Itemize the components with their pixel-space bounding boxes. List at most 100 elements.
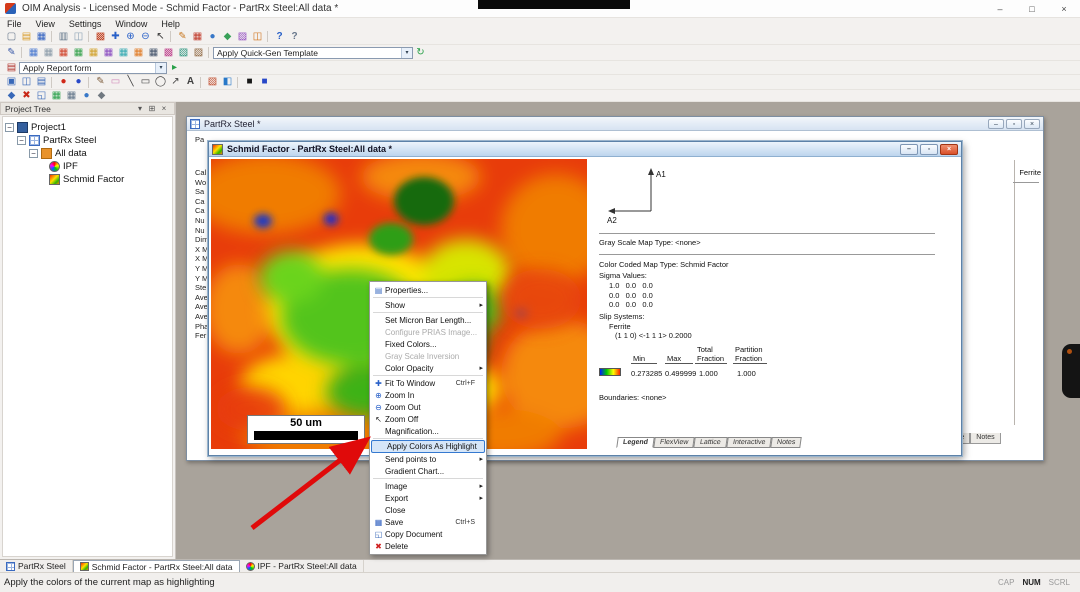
close-button[interactable]: × [1048, 0, 1080, 17]
menu-item-image[interactable]: Image ▸ [370, 480, 486, 492]
map-template-teal-icon[interactable]: ▧ [176, 46, 191, 60]
minimize-button[interactable]: – [900, 144, 918, 155]
map-template-orange-icon[interactable]: ▦ [131, 46, 146, 60]
pin-icon[interactable]: ⊞ [146, 104, 158, 113]
apply-template-run-icon[interactable]: ↻ [413, 46, 428, 60]
chevron-down-icon[interactable]: ▾ [134, 104, 146, 113]
map-template-dark-icon[interactable]: ▦ [146, 46, 161, 60]
partrx-window-titlebar[interactable]: PartRx Steel * – ▫ × [187, 117, 1043, 131]
tree-node-partrx-steel[interactable]: − PartRx Steel [3, 134, 172, 147]
menu-item-set-micron-bar-length[interactable]: Set Micron Bar Length... [370, 314, 486, 326]
map-template-gray-icon[interactable]: ▦ [41, 46, 56, 60]
partition-tools-icon[interactable]: ◆ [4, 89, 19, 103]
map-template-purple-icon[interactable]: ▦ [101, 46, 116, 60]
menu-item-close[interactable]: Close [370, 504, 486, 516]
new-partition-icon[interactable]: ▦ [49, 89, 64, 103]
menubar-item[interactable]: Window [108, 19, 154, 29]
map-template-yellow-icon[interactable]: ▦ [86, 46, 101, 60]
minimize-button[interactable]: – [984, 0, 1016, 17]
delete-dataset-icon[interactable]: ✖ [19, 89, 34, 103]
menu-item-delete[interactable]: ✖ Delete [370, 540, 486, 552]
menu-item-color-opacity[interactable]: Color Opacity ▸ [370, 362, 486, 374]
tile-horizontal-icon[interactable]: ◫ [19, 75, 34, 89]
ellipse-tool-icon[interactable]: ◯ [153, 75, 168, 89]
menu-item-zoom-off[interactable]: ↖ Zoom Off [370, 413, 486, 425]
tile-vertical-icon[interactable]: ▤ [34, 75, 49, 89]
odf-chart-icon[interactable]: ◆ [220, 30, 235, 44]
cascade-windows-icon[interactable]: ▣ [4, 75, 19, 89]
collapse-icon[interactable]: − [17, 136, 26, 145]
close-button[interactable]: × [1024, 119, 1040, 129]
menu-item-copy-document[interactable]: ◱ Copy Document [370, 528, 486, 540]
schmid-window-titlebar[interactable]: Schmid Factor - PartRx Steel:All data * … [209, 142, 961, 157]
rectangle-tool-icon[interactable]: ▭ [138, 75, 153, 89]
report-form-combobox[interactable]: Apply Report form ▾ [19, 62, 167, 74]
tab-notes[interactable]: Notes [770, 437, 802, 448]
red-marker-icon[interactable]: ● [56, 75, 71, 89]
pole-figure-icon[interactable]: ● [205, 30, 220, 44]
run-report-icon[interactable]: ▸ [167, 61, 182, 75]
menu-item-show[interactable]: Show ▸ [370, 299, 486, 311]
fit-to-window-icon[interactable]: ✚ [108, 30, 123, 44]
minimize-button[interactable]: – [988, 119, 1004, 129]
settings-icon[interactable]: ◆ [94, 89, 109, 103]
pencil-tool-icon[interactable]: ✎ [93, 75, 108, 89]
map-template-blue-icon[interactable]: ▦ [26, 46, 41, 60]
dropdown-arrow-icon[interactable]: ▾ [401, 48, 412, 58]
menu-item-send-points-to[interactable]: Send points to ▸ [370, 453, 486, 465]
tab-legend[interactable]: Legend [616, 437, 654, 448]
menu-item-properties[interactable]: ▤ Properties... [370, 284, 486, 296]
menu-item-gray-scale-inversion[interactable]: Gray Scale Inversion [370, 350, 486, 362]
menu-item-export[interactable]: Export ▸ [370, 492, 486, 504]
menu-item-gradient-chart[interactable]: Gradient Chart... [370, 465, 486, 477]
menubar-item[interactable]: Help [154, 19, 187, 29]
open-icon[interactable]: ▤ [19, 30, 34, 44]
texture-plot-icon[interactable]: ▨ [235, 30, 250, 44]
arrow-tool-icon[interactable]: ↗ [168, 75, 183, 89]
menu-item-save[interactable]: ▦ Save Ctrl+S [370, 516, 486, 528]
tree-node-all-data[interactable]: − All data [3, 147, 172, 160]
menu-item-apply-colors-as-highlight[interactable]: Apply Colors As Highlight [371, 440, 485, 453]
help-icon[interactable]: ? [272, 30, 287, 44]
menu-item-fixed-colors[interactable]: Fixed Colors... [370, 338, 486, 350]
map-template-cyan-icon[interactable]: ▦ [116, 46, 131, 60]
highlight-pen-icon[interactable]: ✎ [175, 30, 190, 44]
map-icon[interactable]: ▩ [93, 30, 108, 44]
doc-tab-ipf[interactable]: IPF - PartRx Steel:All data [240, 560, 364, 572]
black-swatch-icon[interactable]: ■ [242, 75, 257, 89]
collapse-icon[interactable]: − [29, 149, 38, 158]
map-template-green-icon[interactable]: ▦ [71, 46, 86, 60]
maximize-button[interactable]: □ [1016, 0, 1048, 17]
restore-button[interactable]: ▫ [1006, 119, 1022, 129]
tree-node-ipf[interactable]: IPF [3, 160, 172, 173]
copy-dataset-icon[interactable]: ◱ [34, 89, 49, 103]
context-help-icon[interactable]: ? [287, 30, 302, 44]
pointer-icon[interactable]: ↖ [153, 30, 168, 44]
menu-item-fit-to-window[interactable]: ✚ Fit To Window Ctrl+F [370, 377, 486, 389]
grid-map-icon[interactable]: ▦ [190, 30, 205, 44]
report-form-icon[interactable]: ▤ [4, 61, 19, 75]
new-document-icon[interactable]: ▢ [4, 30, 19, 44]
fill-color-icon[interactable]: ◧ [220, 75, 235, 89]
map-template-red-icon[interactable]: ▦ [56, 46, 71, 60]
line-tool-icon[interactable]: ╲ [123, 75, 138, 89]
menubar-item[interactable]: File [0, 19, 29, 29]
doc-tab-partrx-steel[interactable]: PartRx Steel [0, 560, 73, 572]
map-template-brown-icon[interactable]: ▨ [191, 46, 206, 60]
close-button[interactable]: × [940, 144, 958, 155]
schmid-factor-window[interactable]: Schmid Factor - PartRx Steel:All data * … [208, 141, 962, 456]
restore-button[interactable]: ▫ [920, 144, 938, 155]
chart-icon[interactable]: ● [79, 89, 94, 103]
menu-item-zoom-out[interactable]: ⊖ Zoom Out [370, 401, 486, 413]
tab-flexview[interactable]: FlexView [653, 437, 695, 448]
zoom-in-icon[interactable]: ⊕ [123, 30, 138, 44]
print-preview-icon[interactable]: ◫ [71, 30, 86, 44]
palette-icon[interactable]: ▧ [205, 75, 220, 89]
eraser-tool-icon[interactable]: ▭ [108, 75, 123, 89]
tree-node-schmid-factor[interactable]: Schmid Factor [3, 173, 172, 186]
blue-swatch-icon[interactable]: ■ [257, 75, 272, 89]
calculator-icon[interactable]: ▦ [64, 89, 79, 103]
tab-lattice[interactable]: Lattice [693, 437, 727, 448]
close-icon[interactable]: × [158, 104, 170, 113]
menu-item-configure-prias-image[interactable]: Configure PRIAS Image... [370, 326, 486, 338]
